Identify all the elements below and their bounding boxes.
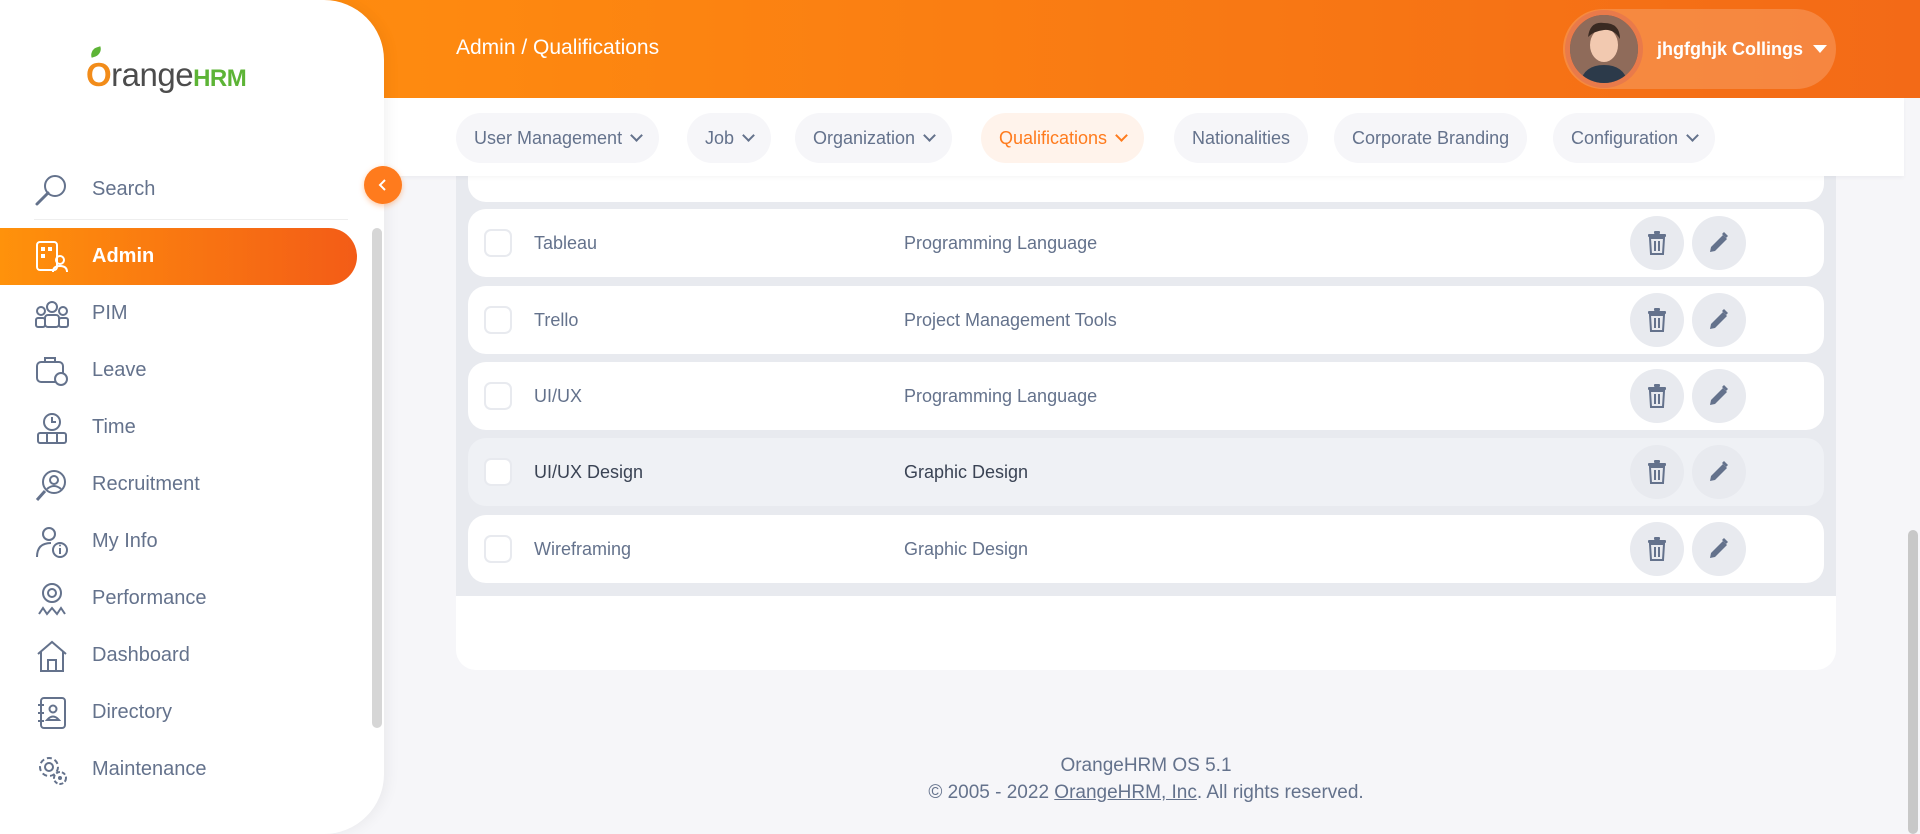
pencil-icon bbox=[1710, 385, 1728, 405]
admin-icon bbox=[34, 239, 70, 275]
page-scrollbar[interactable] bbox=[1908, 530, 1918, 834]
recruitment-icon bbox=[34, 467, 70, 503]
row-checkbox[interactable] bbox=[484, 382, 512, 410]
tab-configuration[interactable]: Configuration bbox=[1553, 113, 1716, 163]
footer-copyright: © 2005 - 2022 OrangeHRM, Inc. All rights… bbox=[928, 782, 1364, 803]
tab-corporate-branding[interactable]: Corporate Branding bbox=[1334, 113, 1528, 163]
edit-button[interactable] bbox=[1692, 445, 1746, 499]
trash-icon bbox=[1648, 537, 1666, 561]
delete-button[interactable] bbox=[1630, 293, 1684, 347]
sidebar-item-maintenance[interactable]: Maintenance bbox=[0, 741, 360, 798]
sidebar-item-recruitment[interactable]: Recruitment bbox=[0, 456, 360, 513]
performance-icon bbox=[34, 581, 70, 617]
edit-button[interactable] bbox=[1692, 216, 1746, 270]
delete-button[interactable] bbox=[1630, 445, 1684, 499]
skill-name: UI/UX bbox=[534, 385, 583, 406]
pencil-icon bbox=[1710, 309, 1728, 329]
table-row[interactable]: Wireframing Graphic Design bbox=[468, 515, 1824, 583]
orangehrm-logo[interactable]: OrangeHRM bbox=[72, 46, 252, 100]
admin-top-nav: User Management Job Organization Qualifi… bbox=[384, 98, 1904, 176]
skill-category: Programming Language bbox=[904, 232, 1098, 253]
table-row[interactable]: Trello Project Management Tools bbox=[468, 286, 1824, 354]
user-dropdown[interactable]: jhgfghjk Collings bbox=[1563, 9, 1836, 89]
sidebar-item-performance[interactable]: Performance bbox=[0, 570, 360, 627]
chevron-down-icon bbox=[1686, 128, 1699, 142]
skill-category: Programming Language bbox=[904, 385, 1098, 406]
user-name: jhgfghjk Collings bbox=[1657, 38, 1803, 59]
trash-icon bbox=[1648, 308, 1666, 332]
leave-icon bbox=[34, 353, 70, 389]
tab-user-management[interactable]: User Management bbox=[456, 113, 660, 163]
edit-button[interactable] bbox=[1692, 369, 1746, 423]
company-link[interactable]: OrangeHRM, Inc bbox=[1054, 782, 1197, 803]
footer-version: OrangeHRM OS 5.1 bbox=[1060, 755, 1232, 776]
sidebar-item-dashboard[interactable]: Dashboard bbox=[0, 627, 360, 684]
maintenance-icon bbox=[34, 752, 70, 788]
caret-down-icon bbox=[1813, 45, 1827, 53]
table-row[interactable]: UI/UX Design Graphic Design bbox=[468, 438, 1824, 506]
sidebar-item-my-info[interactable]: My Info bbox=[0, 513, 360, 570]
skill-name: Wireframing bbox=[534, 538, 632, 559]
sidebar-item-pim[interactable]: PIM bbox=[0, 285, 360, 342]
chevron-left-icon bbox=[378, 179, 386, 191]
search-label: Search bbox=[92, 178, 156, 200]
dashboard-icon bbox=[34, 638, 70, 674]
trash-icon bbox=[1648, 460, 1666, 484]
tab-job[interactable]: Job bbox=[687, 113, 772, 163]
row-checkbox[interactable] bbox=[484, 306, 512, 334]
pencil-icon bbox=[1710, 461, 1728, 481]
skill-name: Trello bbox=[534, 309, 579, 330]
skill-category: Graphic Design bbox=[904, 538, 1029, 559]
delete-button[interactable] bbox=[1630, 522, 1684, 576]
edit-button[interactable] bbox=[1692, 293, 1746, 347]
trash-icon bbox=[1648, 231, 1666, 255]
breadcrumb: Admin / Qualifications bbox=[456, 36, 660, 59]
trash-icon bbox=[1648, 384, 1666, 408]
skill-name: Tableau bbox=[534, 232, 598, 253]
sidebar-item-directory[interactable]: Directory bbox=[0, 684, 360, 741]
tab-organization[interactable]: Organization bbox=[795, 113, 953, 163]
collapse-sidebar-button[interactable] bbox=[364, 166, 402, 204]
tab-qualifications[interactable]: Qualifications bbox=[981, 113, 1145, 163]
chevron-down-icon bbox=[630, 128, 643, 142]
sidebar-item-admin[interactable]: Admin bbox=[0, 228, 357, 285]
sidebar: OrangeHRM Search Admin PIM Leave Time Re… bbox=[0, 0, 384, 834]
pencil-icon bbox=[1710, 538, 1728, 558]
avatar bbox=[1565, 10, 1643, 88]
pencil-icon bbox=[1710, 232, 1728, 252]
directory-icon bbox=[34, 695, 70, 731]
row-checkbox[interactable] bbox=[484, 229, 512, 257]
sidebar-item-time[interactable]: Time bbox=[0, 399, 360, 456]
sidebar-menu: Admin PIM Leave Time Recruitment My Info… bbox=[0, 228, 360, 798]
chevron-down-icon bbox=[1115, 128, 1128, 142]
pim-icon bbox=[34, 296, 70, 332]
table-row[interactable]: Tableau Programming Language bbox=[468, 209, 1824, 277]
delete-button[interactable] bbox=[1630, 369, 1684, 423]
my-info-icon bbox=[34, 524, 70, 560]
delete-button[interactable] bbox=[1630, 216, 1684, 270]
table-row[interactable]: UI/UX Programming Language bbox=[468, 362, 1824, 430]
chevron-down-icon bbox=[923, 128, 936, 142]
footer: OrangeHRM OS 5.1 © 2005 - 2022 OrangeHRM… bbox=[456, 752, 1836, 806]
sidebar-scrollbar[interactable] bbox=[372, 228, 382, 728]
time-icon bbox=[34, 410, 70, 446]
edit-button[interactable] bbox=[1692, 522, 1746, 576]
skill-category: Graphic Design bbox=[904, 461, 1029, 482]
chevron-down-icon bbox=[742, 128, 755, 142]
skill-name: UI/UX Design bbox=[534, 461, 644, 482]
sidebar-item-leave[interactable]: Leave bbox=[0, 342, 360, 399]
row-checkbox[interactable] bbox=[484, 458, 512, 486]
skill-category: Project Management Tools bbox=[904, 309, 1117, 330]
row-checkbox[interactable] bbox=[484, 535, 512, 563]
sidebar-search[interactable]: Search bbox=[34, 160, 348, 220]
search-icon bbox=[34, 172, 70, 208]
tab-nationalities[interactable]: Nationalities bbox=[1174, 113, 1309, 163]
